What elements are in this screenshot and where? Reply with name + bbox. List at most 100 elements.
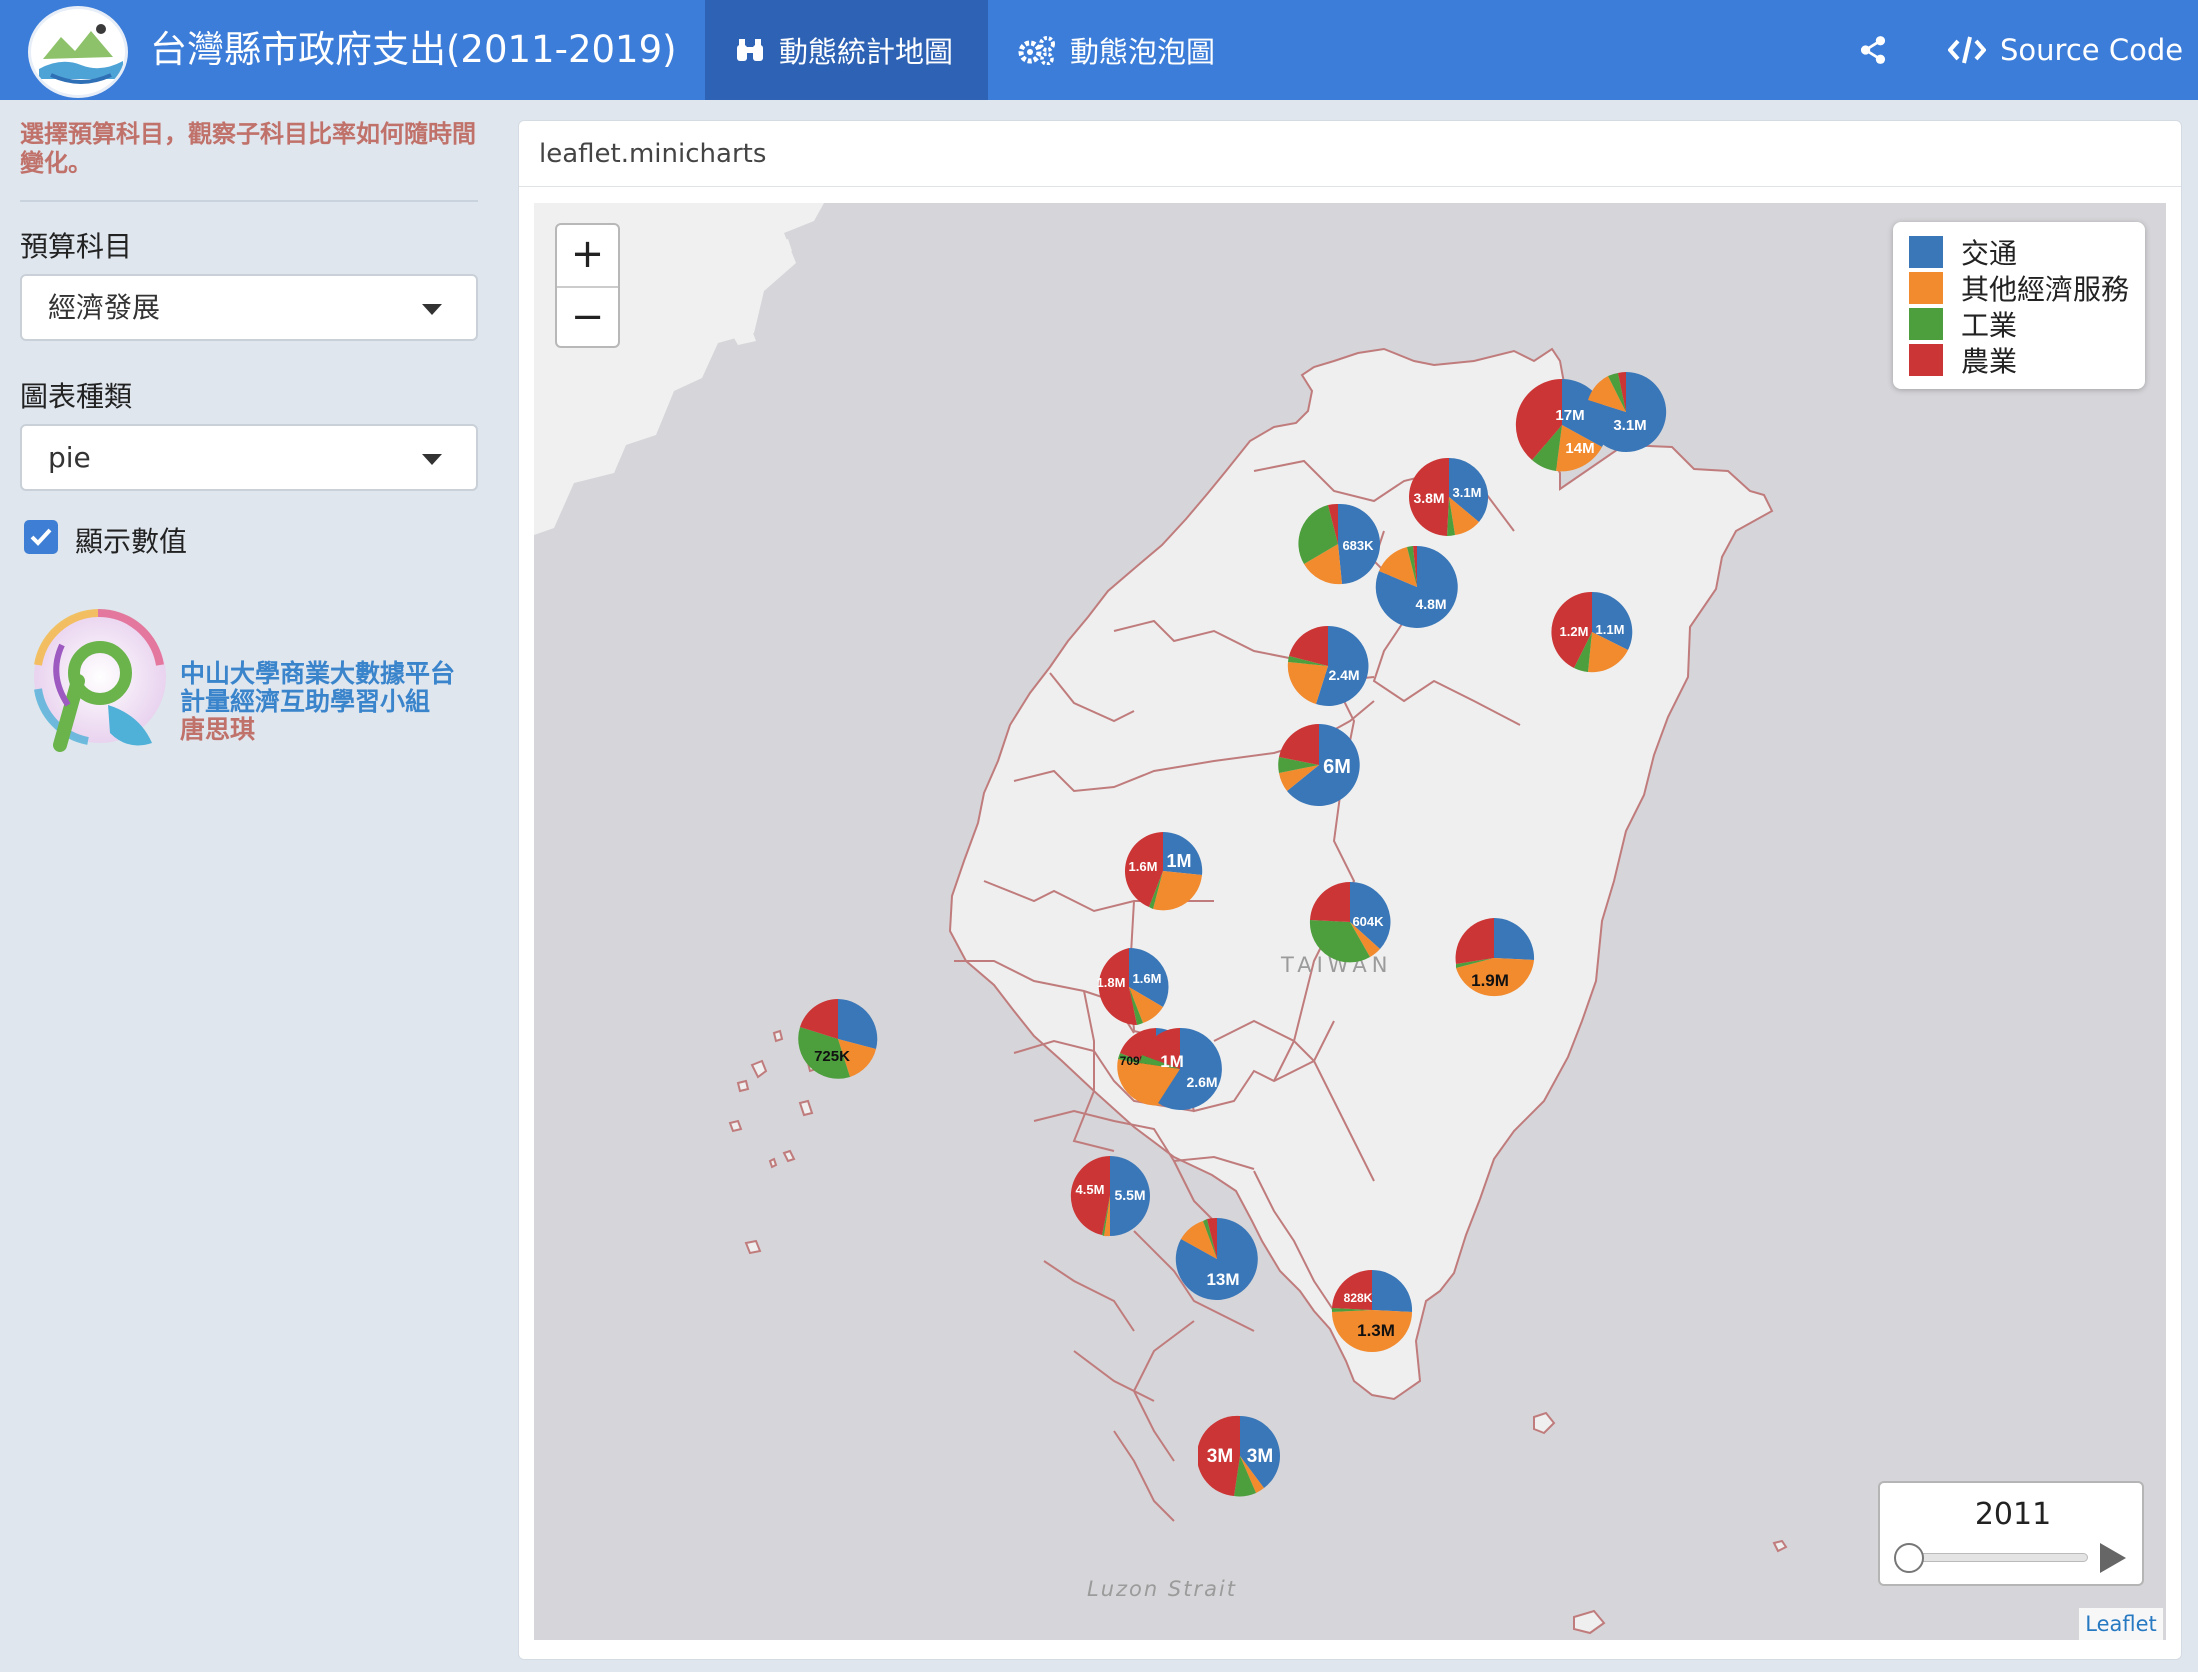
share-icon (1860, 36, 1886, 64)
pie-chart[interactable]: 3.1M (1584, 370, 1668, 454)
svg-text:1.8M: 1.8M (1097, 975, 1126, 990)
pie-chart[interactable]: 4.8M (1374, 544, 1460, 630)
svg-text:3.8M: 3.8M (1413, 490, 1444, 506)
budget-select-value: 經濟發展 (48, 291, 161, 324)
svg-text:2.6M: 2.6M (1186, 1074, 1217, 1090)
org-line-1: 中山大學商業大數據平台 (180, 659, 456, 688)
sidebar: 選擇預算科目，觀察子科目比率如何隨時間變化。 預算科目 經濟發展 圖表種類 pi… (0, 100, 500, 1672)
panel-title: leaflet.minicharts (519, 121, 2181, 187)
tab-dynamic-map-label: 動態統計地圖 (779, 35, 954, 69)
zoom-control: + − (555, 223, 620, 348)
chevron-down-icon (422, 454, 442, 465)
svg-text:2.4M: 2.4M (1328, 667, 1359, 683)
svg-text:1.2M: 1.2M (1560, 624, 1589, 639)
legend-label: 工業 (1961, 309, 2018, 342)
legend-swatch (1909, 308, 1943, 340)
map-legend: 交通 其他經濟服務 工業 農業 (1893, 222, 2145, 389)
tab-dynamic-map[interactable]: 動態統計地圖 (705, 0, 988, 100)
svg-text:3M: 3M (1207, 1446, 1233, 1467)
svg-text:6M: 6M (1323, 756, 1351, 778)
svg-text:4.8M: 4.8M (1415, 596, 1446, 612)
chart-type-label: 圖表種類 (20, 380, 133, 413)
legend-item: 農業 (1909, 342, 2145, 378)
gears-icon (1018, 36, 1055, 65)
pie-chart[interactable]: 3M 3M (1198, 1414, 1282, 1498)
svg-text:5.5M: 5.5M (1114, 1187, 1145, 1203)
svg-text:4.5M: 4.5M (1076, 1182, 1105, 1197)
pie-chart[interactable]: 2.4M (1286, 624, 1370, 708)
legend-swatch (1909, 236, 1943, 268)
org-logo (28, 605, 168, 755)
leaflet-attribution[interactable]: Leaflet (2079, 1608, 2163, 1640)
chevron-down-icon (422, 304, 442, 315)
pie-chart[interactable]: 683K (1296, 502, 1380, 586)
svg-text:3M: 3M (1247, 1446, 1273, 1467)
sidebar-divider (20, 200, 478, 202)
org-credit: 中山大學商業大數據平台 計量經濟互助學習小組 唐思琪 (180, 660, 455, 744)
time-slider-control: 2011 (1878, 1481, 2144, 1586)
legend-item: 交通 (1909, 234, 2145, 270)
zoom-in-button[interactable]: + (557, 225, 618, 286)
time-slider-year: 2011 (1974, 1497, 2052, 1532)
check-icon (30, 528, 52, 546)
pie-chart[interactable]: 1.2M 1.1M (1550, 590, 1634, 674)
show-values-label: 顯示數值 (75, 525, 188, 558)
pie-chart[interactable]: 1M 2.6M (1137, 1026, 1223, 1112)
svg-text:1.1M: 1.1M (1596, 622, 1625, 637)
tab-dynamic-bubble-label: 動態泡泡圖 (1070, 35, 1216, 69)
org-line-3: 唐思琪 (180, 715, 256, 744)
chart-type-select[interactable]: pie (20, 424, 478, 491)
chart-type-select-value: pie (48, 441, 91, 474)
org-line-2: 計量經濟互助學習小組 (180, 687, 431, 716)
svg-text:1.9M: 1.9M (1471, 971, 1509, 990)
svg-text:1M: 1M (1160, 1052, 1184, 1071)
legend-label: 農業 (1961, 345, 2018, 378)
svg-text:604K: 604K (1352, 914, 1384, 929)
source-code-link[interactable]: Source Code (1948, 0, 2183, 100)
pie-chart[interactable]: 725K (796, 997, 880, 1081)
legend-swatch (1909, 344, 1943, 376)
app-title: 台灣縣市政府支出(2011-2019) (150, 28, 677, 71)
sidebar-hint: 選擇預算科目，觀察子科目比率如何隨時間變化。 (20, 120, 476, 177)
pie-chart[interactable]: 1.8M 1.6M (1088, 946, 1170, 1028)
pie-chart[interactable]: 13M (1174, 1216, 1260, 1302)
pie-chart[interactable]: 4.5M 5.5M (1068, 1154, 1152, 1238)
app-logo[interactable] (28, 6, 128, 98)
svg-text:683K: 683K (1342, 538, 1374, 553)
budget-label: 預算科目 (20, 230, 133, 263)
pie-chart[interactable]: 604K (1308, 880, 1392, 964)
time-slider-thumb[interactable] (1894, 1543, 1924, 1573)
svg-text:17M: 17M (1555, 407, 1584, 424)
svg-text:1.6M: 1.6M (1133, 971, 1162, 986)
map-label-luzon-strait: Luzon Strait (1087, 1577, 1237, 1601)
pie-chart[interactable]: 828K 1.3M (1330, 1268, 1414, 1352)
legend-label: 交通 (1961, 237, 2018, 270)
svg-text:725K: 725K (814, 1048, 850, 1065)
time-slider-track[interactable] (1908, 1553, 2088, 1562)
svg-text:1.3M: 1.3M (1357, 1321, 1395, 1340)
svg-text:828K: 828K (1344, 1291, 1373, 1305)
pie-chart[interactable]: 1.9M (1452, 916, 1536, 1000)
svg-text:13M: 13M (1206, 1270, 1239, 1289)
source-code-label: Source Code (2000, 33, 2184, 67)
show-values-checkbox[interactable] (24, 520, 58, 554)
play-icon[interactable] (2100, 1543, 2126, 1573)
pie-chart[interactable]: 1.6M 1M (1122, 830, 1204, 912)
legend-swatch (1909, 272, 1943, 304)
legend-label: 其他經濟服務 (1961, 273, 2130, 306)
tab-dynamic-bubble[interactable]: 動態泡泡圖 (1000, 0, 1215, 100)
share-button[interactable] (1860, 0, 1900, 100)
svg-text:3.1M: 3.1M (1453, 485, 1482, 500)
budget-select[interactable]: 經濟發展 (20, 274, 478, 341)
navbar: 台灣縣市政府支出(2011-2019) 動態統計地圖 動態泡泡圖 Source … (0, 0, 2198, 100)
legend-item: 其他經濟服務 (1909, 270, 2145, 306)
code-icon (1948, 36, 1986, 64)
pie-chart[interactable]: 3.8M 3.1M (1408, 456, 1490, 538)
pie-chart[interactable]: 6M (1276, 722, 1362, 808)
svg-text:1.6M: 1.6M (1129, 859, 1158, 874)
legend-item: 工業 (1909, 306, 2145, 342)
svg-text:3.1M: 3.1M (1613, 417, 1646, 434)
binoculars-icon (737, 39, 763, 61)
zoom-out-button[interactable]: − (557, 286, 618, 347)
svg-text:1M: 1M (1166, 851, 1191, 871)
